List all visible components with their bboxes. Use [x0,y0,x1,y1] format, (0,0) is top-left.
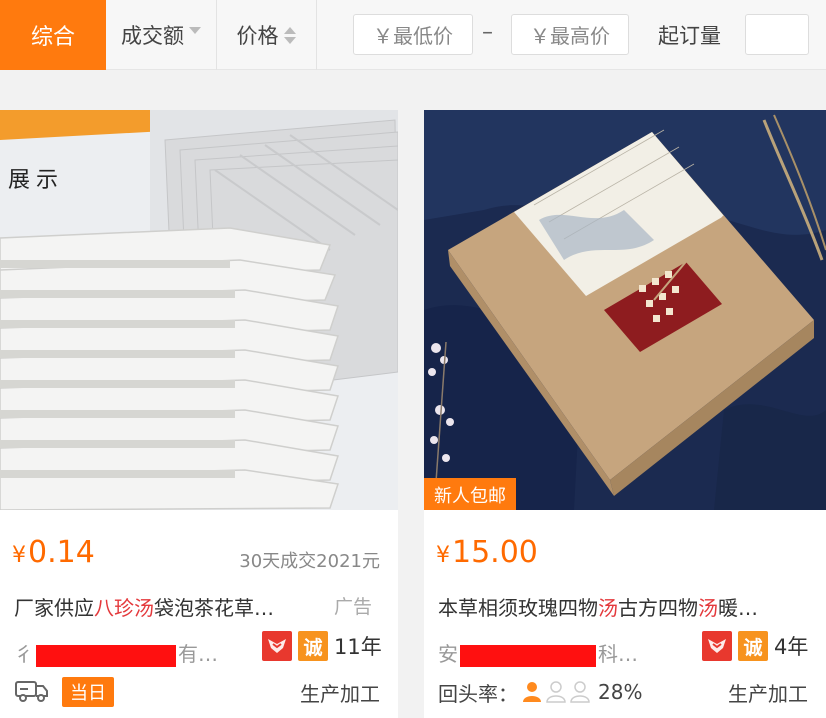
tab-comprehensive[interactable]: 综合 [0,0,106,70]
card-footer: 回头率： 28% 生产加工 [438,676,808,708]
moq-label: 起订量 [658,24,721,48]
person-outline-icon [546,681,566,703]
company-suffix: 科… [598,642,638,666]
price-max-placeholder: ￥最高价 [530,24,610,48]
product-title[interactable]: 厂家供应八珍汤袋泡茶花草… [14,592,274,621]
company-name[interactable]: 安 科… [438,638,638,667]
product-image[interactable]: 展示 [0,110,398,510]
product-card[interactable]: 展示 ¥0.14 30天成交2021元 厂家供应八珍汤袋泡茶花草… 广告 彳 有…… [0,110,398,718]
product-price: ¥0.14 [12,535,95,570]
title-text: 古方四物 [618,596,698,620]
delivery-truck-icon [14,676,50,708]
membership-years: 11年 [334,635,382,659]
person-outline-icon [570,681,590,703]
sort-by-volume[interactable]: 成交额 [106,0,216,70]
price-value: 0.14 [28,535,95,570]
integrity-badge: 诚 [738,631,768,661]
same-day-tag: 当日 [62,677,114,707]
service-type: 生产加工 [300,682,380,706]
price-max-input[interactable]: ￥最高价 [511,14,629,55]
repeat-rate: 回头率： 28% [438,678,642,707]
sales-volume: 30天成交2021元 [239,551,380,572]
caret-down-icon [189,26,201,34]
membership-years: 4年 [774,635,809,659]
redaction-bar [36,644,176,667]
title-highlight: 八珍汤 [94,596,154,620]
sort-updown-icon [283,26,296,44]
sort-volume-label: 成交额 [121,24,184,48]
integrity-badge: 诚 [298,631,328,661]
title-highlight: 汤 [598,596,618,620]
ad-label: 广告 [333,596,372,618]
repeat-rate-label: 回头率： [438,681,518,706]
title-text: 袋泡茶花草… [154,596,274,620]
sort-by-price[interactable]: 价格 [216,0,316,70]
divider [316,0,317,70]
product-title[interactable]: 本草相须玫瑰四物汤古方四物汤暖… [438,592,758,621]
repeat-rate-value: 28% [598,680,643,704]
price-min-placeholder: ￥最低价 [373,24,453,48]
currency-symbol: ¥ [12,543,26,568]
price-min-input[interactable]: ￥最低价 [353,14,473,55]
card-footer: 当日 生产加工 [14,676,380,708]
range-dash: – [482,20,493,45]
seller-badges: 诚 11年 [262,631,382,661]
price-value: 15.00 [452,535,538,570]
seller-badges: 诚 4年 [702,631,808,661]
moq-input[interactable] [745,14,809,55]
company-prefix: 安 [438,642,458,666]
tab-comprehensive-label: 综合 [30,25,75,50]
image-caption: 展示 [8,168,65,193]
herbal-box-illustration [424,110,826,510]
sort-price-label: 价格 [236,24,279,48]
shield-icon [702,631,732,661]
shield-icon [262,631,292,661]
person-filled-icon [523,682,541,702]
new-user-free-shipping-badge: 新人包邮 [424,478,516,510]
company-name[interactable]: 彳 有… [14,638,218,667]
service-type: 生产加工 [728,682,808,706]
product-image[interactable]: 新人包邮 [424,110,826,510]
filter-bar: 综合 成交额 价格 ￥最低价 – ￥最高价 起订量 [0,0,826,70]
product-card[interactable]: 新人包邮 ¥15.00 本草相须玫瑰四物汤古方四物汤暖… 安科… 诚 4年 回头… [424,110,826,718]
title-text: 厂家供应 [14,596,94,620]
title-text: 暖… [718,596,758,620]
title-text: 本草相须玫瑰四物 [438,596,598,620]
product-price: ¥15.00 [436,535,538,570]
currency-symbol: ¥ [436,543,450,568]
company-suffix: 有… [178,642,218,666]
company-prefix: 彳 [14,642,34,666]
redaction-bar [460,644,596,667]
title-highlight: 汤 [698,596,718,620]
